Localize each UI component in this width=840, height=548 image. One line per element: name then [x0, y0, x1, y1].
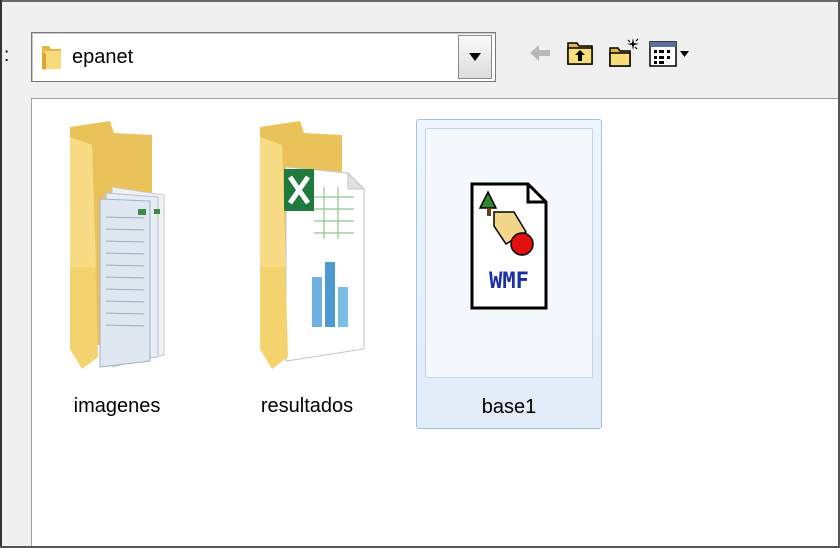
look-in-dropdown-button[interactable] [458, 35, 492, 79]
window-frame-left [0, 0, 2, 548]
new-folder-button[interactable] [608, 36, 640, 70]
look-in-combobox[interactable]: epanet [31, 32, 496, 82]
wmf-file-icon: WMF [470, 182, 548, 310]
folder-with-spreadsheet-icon [260, 121, 366, 369]
folder-up-icon [567, 42, 593, 65]
file-item-imagenes[interactable]: imagenes [42, 117, 192, 427]
file-list-view[interactable]: imagenes resultados WMF base1 [31, 98, 838, 546]
file-item-label: base1 [481, 396, 537, 418]
look-in-label: : [4, 45, 10, 66]
view-menu-button[interactable] [648, 36, 692, 70]
file-item-resultados[interactable]: resultados [232, 117, 382, 427]
back-button[interactable] [527, 36, 553, 70]
file-item-label: imagenes [73, 395, 161, 417]
window-frame-top [0, 0, 840, 2]
file-item-label: resultados [260, 395, 354, 417]
back-arrow-icon [530, 45, 550, 61]
chevron-down-icon [469, 53, 481, 61]
up-one-level-button[interactable] [565, 36, 595, 70]
look-in-value: epanet [72, 45, 134, 68]
folder-icon [42, 46, 61, 70]
view-menu-icon [649, 41, 677, 67]
chevron-down-icon [680, 51, 689, 57]
wmf-badge: WMF [489, 269, 529, 294]
folder-with-images-icon [70, 121, 165, 369]
new-folder-icon [609, 38, 639, 67]
file-item-base1[interactable]: WMF base1 [416, 119, 602, 429]
